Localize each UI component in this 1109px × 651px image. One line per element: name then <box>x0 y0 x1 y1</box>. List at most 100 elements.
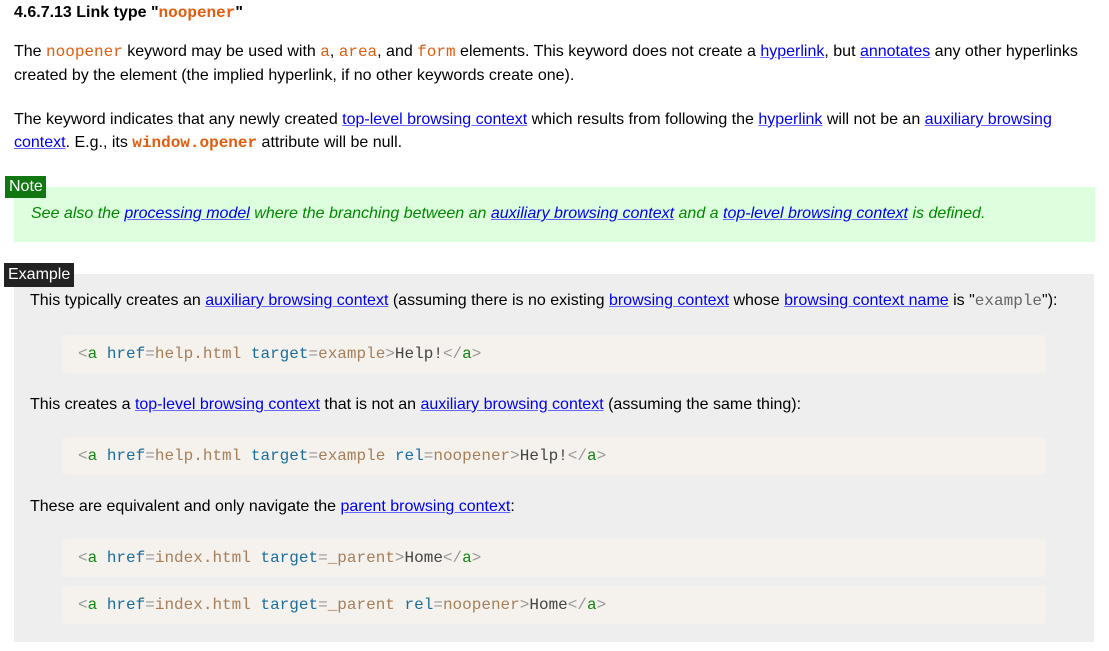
text: (assuming there is no existing <box>388 292 609 309</box>
attr-eq: = <box>308 447 319 465</box>
tag-close: > <box>471 345 482 363</box>
attr-value: example <box>318 345 386 363</box>
example-line-1: This typically creates an auxiliary brow… <box>30 291 1057 311</box>
tag-open: < <box>78 596 88 614</box>
tag-close: > <box>471 549 482 567</box>
tag-name: a <box>586 596 597 614</box>
link-top-level-browsing-context[interactable]: top-level browsing context <box>135 396 320 413</box>
attr-name: href <box>106 596 146 614</box>
note-label: Note <box>5 176 46 198</box>
text: See also the <box>31 205 125 222</box>
example-label: Example <box>4 263 75 287</box>
element-form: form <box>417 43 456 61</box>
attr-value: noopener <box>442 596 520 614</box>
attr-value: example <box>318 447 386 465</box>
tag-close: > <box>385 345 395 363</box>
tag-close: > <box>510 447 520 465</box>
link-browsing-context[interactable]: browsing context <box>609 292 729 309</box>
link-top-level-browsing-context[interactable]: top-level browsing context <box>723 205 908 222</box>
text: These are equivalent and only navigate t… <box>30 498 341 515</box>
tag-close: > <box>596 447 607 465</box>
link-top-level-browsing-context[interactable]: top-level browsing context <box>342 111 527 128</box>
text: will not be an <box>822 111 925 128</box>
link-auxiliary-browsing-context[interactable]: auxiliary browsing context <box>491 205 674 222</box>
text: and a <box>674 205 724 222</box>
note-box: Note See also the processing model where… <box>5 176 1095 242</box>
end-tag-open: </ <box>567 596 587 614</box>
code-block-4: <a href=index.html target=_parent rel=no… <box>62 586 1046 624</box>
tag-name: a <box>462 345 472 363</box>
text: The <box>14 43 47 60</box>
tag-close: > <box>596 596 607 614</box>
element-a: a <box>320 43 330 61</box>
link-hyperlink[interactable]: hyperlink <box>758 111 822 128</box>
attr-name: href <box>106 549 146 567</box>
attr-eq: = <box>433 596 443 614</box>
tag-open: < <box>78 549 88 567</box>
text: is " <box>948 292 975 309</box>
attr-eq: = <box>318 596 328 614</box>
tag-name: a <box>87 345 98 363</box>
text: that is not an <box>319 396 421 413</box>
text: , <box>329 43 339 60</box>
tag-name: a <box>586 447 597 465</box>
attr-value: help.html <box>154 345 242 363</box>
text: , and <box>377 43 418 60</box>
tag-name: a <box>87 447 98 465</box>
link-processing-model[interactable]: processing model <box>124 205 249 222</box>
text: which results from following the <box>527 111 759 128</box>
text: whose <box>729 292 785 309</box>
attr-eq: = <box>308 345 319 363</box>
example-line-3: These are equivalent and only navigate t… <box>30 497 515 517</box>
link-parent-browsing-context[interactable]: parent browsing context <box>340 498 510 515</box>
link-text: Help! <box>394 345 443 363</box>
code-window-opener: window.opener <box>132 134 258 152</box>
link-text: Help! <box>519 447 568 465</box>
attr-eq: = <box>145 549 155 567</box>
end-tag-open: </ <box>442 345 463 363</box>
attr-value: index.html <box>154 549 251 567</box>
tag-name: a <box>462 549 472 567</box>
attr-name: rel <box>404 596 434 614</box>
note-text: See also the processing model where the … <box>31 204 985 224</box>
text: "): <box>1042 292 1058 309</box>
attr-value: index.html <box>154 596 251 614</box>
example-box: Example This typically creates an auxili… <box>4 263 1094 642</box>
tag-name: a <box>87 549 98 567</box>
link-auxiliary-browsing-context[interactable]: auxiliary browsing context <box>205 292 388 309</box>
text: , but <box>824 43 860 60</box>
heading-keyword: noopener <box>158 4 236 22</box>
attr-name: href <box>106 345 146 363</box>
attr-value: _parent <box>327 596 395 614</box>
heading-suffix: " <box>235 4 243 21</box>
attr-name: target <box>260 549 319 567</box>
element-area: area <box>338 43 378 61</box>
text: keyword may be used with <box>122 43 321 60</box>
link-browsing-context-name[interactable]: browsing context name <box>784 292 949 309</box>
attr-name: rel <box>394 447 424 465</box>
end-tag-open: </ <box>442 549 463 567</box>
keyword-noopener: noopener <box>46 43 123 61</box>
text: is defined. <box>908 205 986 222</box>
attr-eq: = <box>145 447 155 465</box>
tag-name: a <box>87 596 98 614</box>
attr-eq: = <box>145 345 155 363</box>
code-example: example <box>974 292 1043 310</box>
attr-name: href <box>106 447 146 465</box>
attr-value: noopener <box>433 447 511 465</box>
link-hyperlink[interactable]: hyperlink <box>760 43 824 60</box>
text: elements. This keyword does not create a <box>455 43 761 60</box>
link-auxiliary-browsing-context[interactable]: auxiliary browsing context <box>420 396 603 413</box>
text: attribute will be null. <box>257 134 403 151</box>
tag-open: < <box>78 345 88 363</box>
link-annotates[interactable]: annotates <box>860 43 930 60</box>
text: This creates a <box>30 396 135 413</box>
paragraph-1: The noopener keyword may be used with a,… <box>14 40 1096 87</box>
tag-open: < <box>78 447 88 465</box>
attr-eq: = <box>318 549 328 567</box>
paragraph-2: The keyword indicates that any newly cre… <box>14 108 1096 155</box>
text: (assuming the same thing): <box>603 396 802 413</box>
code-block-2: <a href=help.html target=example rel=noo… <box>62 437 1046 475</box>
heading-prefix: 4.6.7.13 Link type " <box>14 4 159 21</box>
tag-close: > <box>394 549 405 567</box>
